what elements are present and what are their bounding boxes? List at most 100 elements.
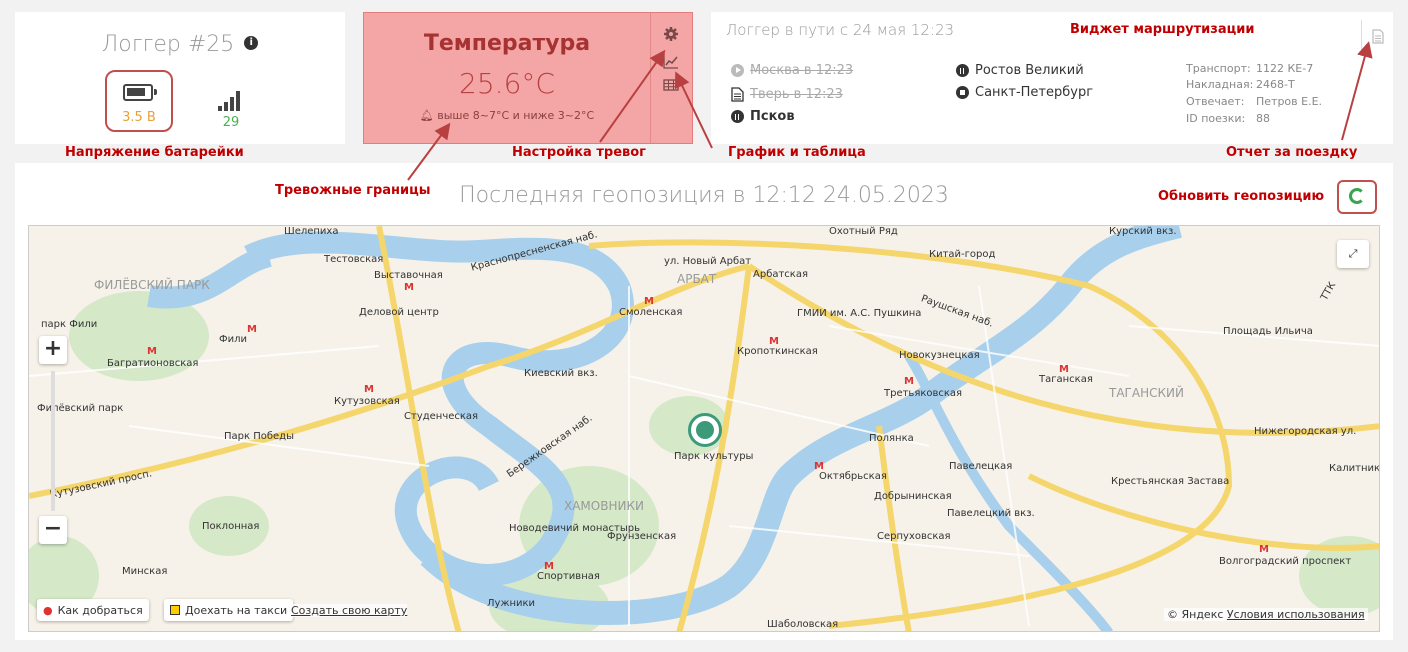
zoom-in-button[interactable]: + <box>39 336 67 364</box>
map-place: Фили <box>219 334 247 345</box>
table-icon[interactable] <box>663 77 681 95</box>
annotation-routing-widget: Виджет маршрутизации <box>1070 22 1255 37</box>
zoom-slider[interactable] <box>51 371 55 511</box>
terms-link[interactable]: Условия использования <box>1227 608 1365 621</box>
signal-icon <box>218 89 244 111</box>
meta-value: 88 <box>1256 112 1270 125</box>
route-stop: Москва в 12:23 <box>731 63 853 78</box>
map-place: Серпуховская <box>877 531 951 542</box>
expand-icon: ⤢ <box>1348 247 1358 260</box>
map-place: Крестьянская Застава <box>1111 476 1230 487</box>
route-stop: Ростов Великий <box>956 63 1084 78</box>
annotation-chart-table: График и таблица <box>728 145 866 160</box>
annotation-refresh-geo: Обновить геопозицию <box>1158 189 1325 204</box>
map-place: Киевский вкз. <box>524 368 598 379</box>
meta-row: Транспорт: 1122 КЕ-7 <box>1186 62 1313 75</box>
map-copyright: © Яндекс Условия использования <box>1164 608 1368 621</box>
map-place: Калитники <box>1329 463 1380 474</box>
info-icon[interactable]: i <box>244 36 259 50</box>
battery-indicator: 3.5 В <box>105 70 173 132</box>
map-place: Новокузнецкая <box>899 350 980 361</box>
district-label: ТАГАНСКИЙ <box>1109 386 1184 400</box>
map-place: Курский вкз. <box>1109 226 1177 237</box>
map-place: Охотный Ряд <box>829 226 898 237</box>
metro-icon: M <box>814 461 824 472</box>
metro-icon: M <box>247 324 257 335</box>
map-place: Кутузовская <box>334 396 400 407</box>
metro-icon: M <box>364 384 374 395</box>
map-place: Филёвский парк <box>37 403 124 414</box>
alarm-limits: 🔔︎ выше 8~7°C и ниже 3~2°C <box>364 109 650 122</box>
meta-key: ID поезки: <box>1186 112 1246 125</box>
zoom-out-button[interactable]: − <box>39 516 67 544</box>
alarm-limits-text: выше 8~7°C и ниже 3~2°C <box>437 109 595 122</box>
map-place: Таганская <box>1039 374 1093 385</box>
map-place: Шаболовская <box>767 619 839 630</box>
signal-strength: 29 <box>222 115 240 130</box>
taxi-button[interactable]: Доехать на такси <box>164 599 294 621</box>
map-place: Лужники <box>487 598 536 609</box>
taxi-button-label: Доехать на такси <box>185 603 288 617</box>
trip-report-button[interactable] <box>1361 20 1393 56</box>
meta-row: Накладная: 2468-Т <box>1186 78 1295 91</box>
district-label: ФИЛЁВСКИЙ ПАРК <box>94 278 210 292</box>
map-place: Спортивная <box>537 571 600 582</box>
map-place: Тестовская <box>324 254 384 265</box>
map-place: Добрынинская <box>874 491 952 502</box>
map-place: ул. Новый Арбат <box>664 256 752 267</box>
metro-icon: M <box>644 296 654 307</box>
meta-value: Петров Е.Е. <box>1256 95 1323 108</box>
map-place: Кропоткинская <box>737 346 818 357</box>
gear-icon[interactable] <box>663 26 681 44</box>
annotation-trip-report: Отчет за поездку <box>1226 145 1358 160</box>
map-card: Последняя геопозиция в 12:12 24.05.2023 <box>15 163 1393 640</box>
map-view[interactable]: ФИЛЁВСКИЙ ПАРК АРБАТ ХАМОВНИКИ ТАГАНСКИЙ… <box>28 225 1380 632</box>
logger-card: Логгер #25 i 3.5 В 29 <box>15 12 345 144</box>
map-place: Нижегородская ул. <box>1254 426 1357 437</box>
map-place: Китай-город <box>929 249 996 260</box>
battery-voltage: 3.5 В <box>122 110 156 125</box>
create-map-link[interactable]: Создать свою карту <box>291 604 408 617</box>
map-place: Деловой центр <box>359 307 439 318</box>
metro-icon: M <box>1259 544 1269 555</box>
logger-title: Логгер #25 i <box>15 32 345 57</box>
district-label: АРБАТ <box>677 272 717 286</box>
map-place: Фрунзенская <box>607 531 677 542</box>
taxi-icon <box>170 605 180 615</box>
annotation-battery: Напряжение батарейки <box>65 145 244 160</box>
temperature-side-panel <box>650 13 693 143</box>
metro-icon: M <box>769 336 779 347</box>
map-place: Арбатская <box>753 269 808 280</box>
refresh-geo-button[interactable] <box>1337 180 1377 214</box>
route-button[interactable]: ● Как добраться <box>37 599 149 621</box>
fullscreen-button[interactable]: ⤢ <box>1337 240 1369 268</box>
temperature-card: Температура 25.6°C 🔔︎ выше 8~7°C и ниже … <box>363 12 693 144</box>
routing-widget: Логгер в пути с 24 мая 12:23 Москва в 12… <box>711 12 1393 144</box>
meta-key: Отвечает: <box>1186 95 1245 108</box>
stop-icon <box>956 86 969 99</box>
logger-location-marker[interactable] <box>688 413 722 447</box>
copyright-text: © Яндекс <box>1167 608 1224 621</box>
map-place: Поклонная <box>202 521 260 532</box>
map-place: Минская <box>122 566 168 577</box>
temperature-value: 25.6°C <box>459 67 555 100</box>
map-place: Парк культуры <box>674 451 754 462</box>
map-place: Парк Победы <box>224 431 294 442</box>
play-icon <box>731 64 744 77</box>
route-stop: Тверь в 12:23 <box>731 87 843 102</box>
route-button-label: Как добраться <box>57 603 143 617</box>
map-place: Павелецкая <box>949 461 1013 472</box>
route-stop-label: Санкт-Петербург <box>975 85 1094 100</box>
map-place: Багратионовская <box>107 358 199 369</box>
annotation-alarm-limits: Тревожные границы <box>275 183 431 198</box>
map-place: Студенческая <box>404 411 479 422</box>
chart-icon[interactable] <box>663 53 681 71</box>
map-place: ГМИИ им. А.С. Пушкина <box>797 308 922 319</box>
meta-value: 1122 КЕ-7 <box>1256 62 1314 75</box>
metro-icon: M <box>1059 364 1069 375</box>
route-stop: Санкт-Петербург <box>956 85 1093 100</box>
meta-row: Отвечает: Петров Е.Е. <box>1186 95 1322 108</box>
meta-key: Транспорт: <box>1186 62 1251 75</box>
map-place: Площадь Ильича <box>1223 326 1313 337</box>
meta-row: ID поезки: 88 <box>1186 112 1270 125</box>
